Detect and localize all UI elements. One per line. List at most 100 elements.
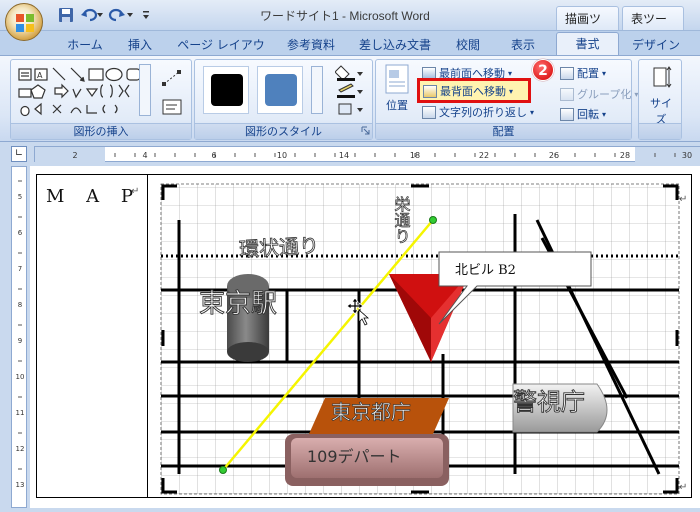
svg-text:7: 7 xyxy=(18,265,22,273)
text-wrap-label: 文字列の折り返し xyxy=(439,106,527,119)
svg-text:4: 4 xyxy=(142,151,147,160)
redo-icon[interactable] xyxy=(108,7,134,23)
dialog-launcher-icon[interactable] xyxy=(361,126,371,136)
group-insert-shapes: A 図形の挿入 xyxy=(10,59,192,140)
svg-text:8: 8 xyxy=(18,301,22,309)
tab-view[interactable]: 表示 xyxy=(505,34,541,55)
position-button[interactable]: 位置 xyxy=(382,64,412,118)
paragraph-mark-left: ↵ xyxy=(131,186,140,197)
context-tab-drawing-tools[interactable]: 描画ツール xyxy=(556,6,619,43)
svg-text:26: 26 xyxy=(549,151,559,160)
vertical-ruler[interactable]: 5 6 7 8 9 10 11 12 13 xyxy=(11,166,27,508)
vertical-ruler-ticks: 5 6 7 8 9 10 11 12 13 xyxy=(16,180,25,489)
line-end-handle[interactable] xyxy=(429,216,437,224)
police-hq-label[interactable]: 警視庁 xyxy=(513,388,586,417)
svg-text:10: 10 xyxy=(16,373,25,381)
horizontal-ruler-ticks: 2 4 6 10 14 18 22 26 28 30 xyxy=(35,147,700,163)
window-title: ワードサイト1 - Microsoft Word xyxy=(260,9,430,23)
bring-front-dropdown-icon[interactable]: ▾ xyxy=(508,69,512,78)
ribbon: A 図形の挿入 図形のスタイル 位置 最前面へ移動 ▾ 文字列の折り返し ▾ 配… xyxy=(0,55,700,142)
group-label-arrange: 配置 xyxy=(376,123,631,139)
svg-text:9: 9 xyxy=(18,337,22,345)
svg-text:30: 30 xyxy=(682,151,692,160)
svg-text:22: 22 xyxy=(479,151,489,160)
shapes-gallery-scroll[interactable] xyxy=(139,64,151,116)
save-icon[interactable] xyxy=(58,7,74,23)
svg-text:13: 13 xyxy=(16,481,25,489)
size-button[interactable]: サイズ xyxy=(645,64,677,127)
tokyo-station-label[interactable]: 東京駅 xyxy=(199,289,278,320)
text-box-icon[interactable] xyxy=(161,98,183,116)
callout-text: 北ビル B2 xyxy=(455,263,516,278)
tocho-label[interactable]: 東京都庁 xyxy=(331,400,412,425)
map-heading: M A P xyxy=(46,186,141,207)
style-swatch-blue[interactable] xyxy=(257,66,303,114)
tab-mailings[interactable]: 差し込み文書 xyxy=(357,34,433,55)
align-icon xyxy=(560,66,574,80)
send-back-icon xyxy=(423,84,437,98)
group-label-shape-styles: 図形のスタイル xyxy=(195,123,372,139)
tab-home[interactable]: ホーム xyxy=(62,34,108,55)
align-dropdown-icon[interactable]: ▾ xyxy=(602,69,606,78)
step-badge: 2 xyxy=(532,59,554,81)
svg-text:11: 11 xyxy=(16,409,25,417)
text-wrap-dropdown-icon[interactable]: ▾ xyxy=(530,108,534,117)
edit-shape-icon[interactable] xyxy=(161,68,183,88)
paragraph-mark-end: ↵ xyxy=(679,482,687,493)
tab-format[interactable]: 書式 xyxy=(556,32,619,56)
size-icon xyxy=(653,66,672,88)
rotate-label: 回転 xyxy=(577,108,599,121)
group-button[interactable]: グループ化 ▾ xyxy=(560,86,638,102)
ring-road-label[interactable]: 環状通り xyxy=(238,233,320,262)
tab-review[interactable]: 校閲 xyxy=(450,34,486,55)
map-canvas[interactable]: 環状通り 栄通り 東京駅 北ビル B2 東京都庁 警視庁 109デパート ↵ ↵ xyxy=(147,174,692,498)
office-button[interactable] xyxy=(5,3,43,41)
shape-fill-outline-icons[interactable] xyxy=(335,62,365,120)
svg-text:2: 2 xyxy=(72,151,77,160)
send-to-back-button[interactable]: 最背面へ移動 ▾ xyxy=(417,78,531,103)
position-icon xyxy=(385,64,409,94)
group-size: サイズ xyxy=(638,59,682,140)
svg-text:28: 28 xyxy=(620,151,630,160)
svg-text:14: 14 xyxy=(339,151,349,160)
office-logo-icon xyxy=(16,14,34,32)
svg-text:6: 6 xyxy=(18,229,23,237)
svg-text:12: 12 xyxy=(16,445,25,453)
style-swatch-black[interactable] xyxy=(203,66,249,114)
svg-text:5: 5 xyxy=(18,193,22,201)
line-start-handle[interactable] xyxy=(219,466,227,474)
send-to-back-inner: 最背面へ移動 ▾ xyxy=(423,83,513,99)
tab-design[interactable]: デザイン xyxy=(627,34,685,55)
group-label: グループ化 xyxy=(577,88,632,101)
context-tab-table-tools[interactable]: 表ツール xyxy=(622,6,684,43)
align-button[interactable]: 配置 ▾ xyxy=(560,65,606,81)
sakae-street-text: 栄通り xyxy=(392,196,411,244)
group-shape-styles: 図形のスタイル xyxy=(194,59,373,140)
send-back-dropdown-icon[interactable]: ▾ xyxy=(509,87,513,96)
text-wrap-icon xyxy=(422,105,436,119)
undo-icon[interactable] xyxy=(80,7,104,23)
tab-selector-icon[interactable]: ∟ xyxy=(11,146,27,162)
tab-references[interactable]: 参考資料 xyxy=(281,34,341,55)
svg-text:A: A xyxy=(37,71,43,80)
table-cell-label[interactable] xyxy=(36,174,148,498)
dept-store-label[interactable]: 109デパート xyxy=(307,447,402,466)
ribbon-tabs: ホーム 挿入 ページ レイアウト 参考資料 差し込み文書 校閲 表示 書式 デザ… xyxy=(0,31,700,69)
text-wrap-button[interactable]: 文字列の折り返し ▾ xyxy=(422,104,534,120)
group-label-size xyxy=(639,123,681,139)
send-to-back-label: 最背面へ移動 xyxy=(440,85,506,98)
style-swatch-black-fill xyxy=(211,74,243,106)
customize-qat-icon[interactable] xyxy=(140,7,152,23)
rotate-icon xyxy=(560,107,574,121)
horizontal-ruler[interactable]: 2 4 6 10 14 18 22 26 28 30 xyxy=(34,146,700,163)
rotate-button[interactable]: 回転 ▾ xyxy=(560,106,606,122)
paragraph-mark: ↵ xyxy=(679,194,687,205)
quick-access-toolbar xyxy=(58,6,152,24)
svg-text:10: 10 xyxy=(277,151,287,160)
styles-gallery-scroll[interactable] xyxy=(311,66,323,114)
rotate-dropdown-icon[interactable]: ▾ xyxy=(602,110,606,119)
tab-insert[interactable]: 挿入 xyxy=(122,34,158,55)
group-label-insert-shapes: 図形の挿入 xyxy=(11,123,191,139)
group-icon xyxy=(560,87,574,101)
sakae-street-label[interactable]: 栄通り xyxy=(391,196,411,245)
